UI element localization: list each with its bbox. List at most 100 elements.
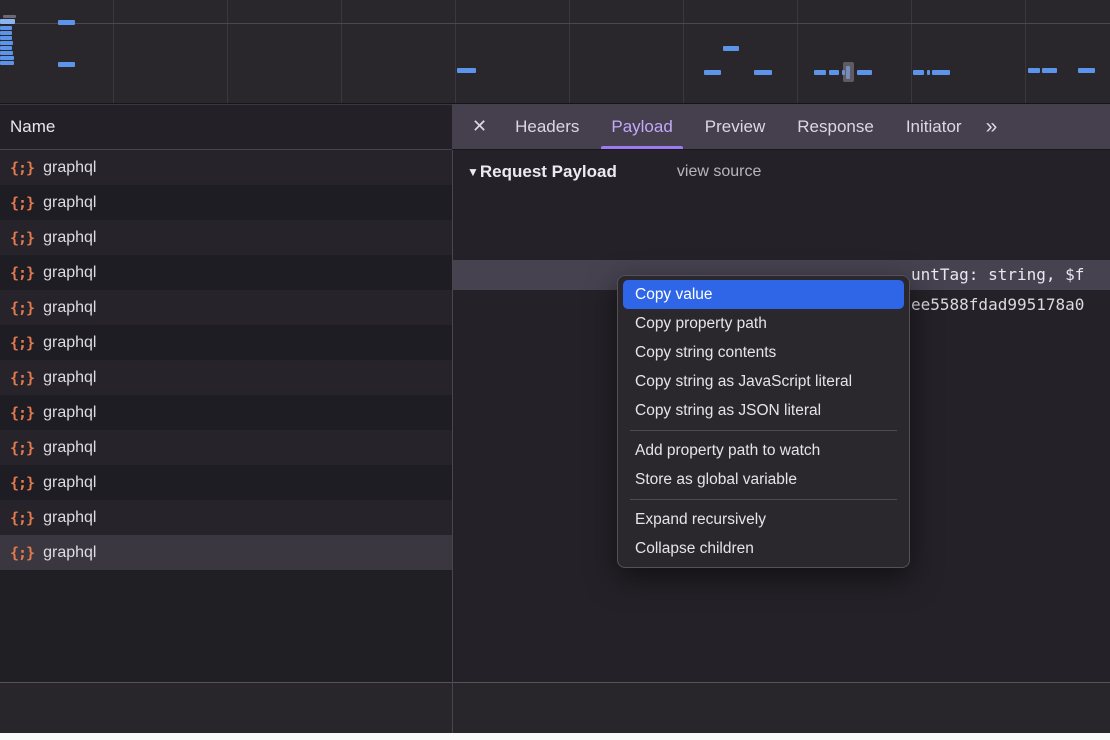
request-payload-header: ▼ Request Payload view source [453,150,1110,194]
menu-item-expand-recursively[interactable]: Expand recursively [623,505,904,534]
devtools-network-panel: Name ✕ HeadersPayloadPreviewResponseInit… [0,0,1110,740]
request-row[interactable]: {;} graphql [0,185,452,220]
request-row[interactable]: {;} graphql [0,500,452,535]
request-row[interactable]: {;} graphql [0,290,452,325]
menu-item-add-property-path-to-watch[interactable]: Add property path to watch [623,436,904,465]
menu-item-copy-value[interactable]: Copy value [623,280,904,309]
waterfall-bar [58,20,75,25]
page-background-strip [0,733,1110,740]
request-row[interactable]: {;} graphql [0,220,452,255]
waterfall-bar [927,70,930,75]
request-name: graphql [43,299,96,317]
json-brackets-icon: {;} [10,264,34,282]
request-name: graphql [43,509,96,527]
request-name: graphql [43,264,96,282]
panel-divider [452,682,453,733]
request-row[interactable]: {;} graphql [0,465,452,500]
waterfall-bar [457,68,476,73]
request-row[interactable]: {;} graphql [0,360,452,395]
json-brackets-icon: {;} [10,439,34,457]
json-brackets-icon: {;} [10,509,34,527]
waterfall-bar [814,70,826,75]
menu-item-copy-string-as-json-literal[interactable]: Copy string as JSON literal [623,396,904,425]
waterfall-bar [1078,68,1095,73]
request-row[interactable]: {;} graphql [0,535,452,570]
status-footer [0,682,1110,733]
json-brackets-icon: {;} [10,229,34,247]
more-tabs-icon[interactable]: » [986,115,998,139]
request-name: graphql [43,404,96,422]
waterfall-bar [0,51,13,55]
request-name: graphql [43,159,96,177]
menu-item-copy-string-contents[interactable]: Copy string contents [623,338,904,367]
waterfall-bar [0,46,12,50]
tab-response[interactable]: Response [781,104,890,149]
json-brackets-icon: {;} [10,334,34,352]
network-overview-waterfall[interactable] [0,0,1110,104]
details-tabs: HeadersPayloadPreviewResponseInitiator [499,104,977,149]
tab-payload[interactable]: Payload [595,104,688,149]
waterfall-bar [0,56,14,60]
waterfall-bar [0,19,15,24]
request-row[interactable]: {;} graphql [0,430,452,465]
request-list: {;} graphql {;} graphql {;} graphql {;} graphql… [0,150,452,682]
request-name: graphql [43,544,96,562]
property-value-suffix: ee5588fdad995178a0 [911,290,1084,320]
waterfall-bar [1042,68,1057,73]
request-name: graphql [43,474,96,492]
menu-item-copy-property-path[interactable]: Copy property path [623,309,904,338]
request-row[interactable]: {;} graphql [0,150,452,185]
payload-root-node[interactable]: ▼{operationName: "ipFlowTimeseries", var… [453,200,1110,230]
request-name: graphql [43,229,96,247]
overview-lane-divider [0,23,1110,24]
menu-separator [630,430,897,431]
menu-item-store-as-global-variable[interactable]: Store as global variable [623,465,904,494]
request-row[interactable]: {;} graphql [0,395,452,430]
request-name: graphql [43,369,96,387]
waterfall-bar [913,70,924,75]
close-icon[interactable]: ✕ [472,116,487,137]
tab-headers[interactable]: Headers [499,104,595,149]
menu-item-collapse-children[interactable]: Collapse children [623,534,904,563]
json-brackets-icon: {;} [10,544,34,562]
waterfall-bar [857,70,872,75]
waterfall-bar [829,70,839,75]
waterfall-bar [754,70,772,75]
waterfall-bar [0,31,12,35]
json-brackets-icon: {;} [10,474,34,492]
view-source-link[interactable]: view source [677,163,761,181]
waterfall-bar [3,15,16,18]
name-column-label: Name [10,117,55,137]
waterfall-bar [0,36,12,40]
name-column-header[interactable]: Name [0,104,452,150]
overview-hover-marker [843,62,854,82]
details-tabbar: ✕ HeadersPayloadPreviewResponseInitiator… [452,104,1110,150]
waterfall-bar [704,70,721,75]
tab-initiator[interactable]: Initiator [890,104,978,149]
property-value-suffix: untTag: string, $f [911,260,1084,290]
waterfall-bar [0,26,12,30]
json-brackets-icon: {;} [10,299,34,317]
menu-item-copy-string-as-javascript-literal[interactable]: Copy string as JavaScript literal [623,367,904,396]
waterfall-bar [0,41,13,45]
json-brackets-icon: {;} [10,194,34,212]
request-name: graphql [43,439,96,457]
request-name: graphql [43,194,96,212]
request-payload-title[interactable]: ▼ Request Payload [467,162,617,182]
tab-preview[interactable]: Preview [689,104,781,149]
waterfall-bar [723,46,739,51]
json-brackets-icon: {;} [10,159,34,177]
json-brackets-icon: {;} [10,369,34,387]
request-row[interactable]: {;} graphql [0,325,452,360]
context-menu: Copy valueCopy property pathCopy string … [617,275,910,568]
waterfall-bar [1028,68,1040,73]
waterfall-bar [0,61,14,65]
waterfall-bar [58,62,75,67]
request-row[interactable]: {;} graphql [0,255,452,290]
menu-separator [630,499,897,500]
json-brackets-icon: {;} [10,404,34,422]
section-collapse-icon[interactable]: ▼ [467,165,479,179]
request-name: graphql [43,334,96,352]
waterfall-bar [932,70,950,75]
payload-operation-name-row[interactable]: operationName: "ipFlowTimeseries" [453,230,1110,260]
